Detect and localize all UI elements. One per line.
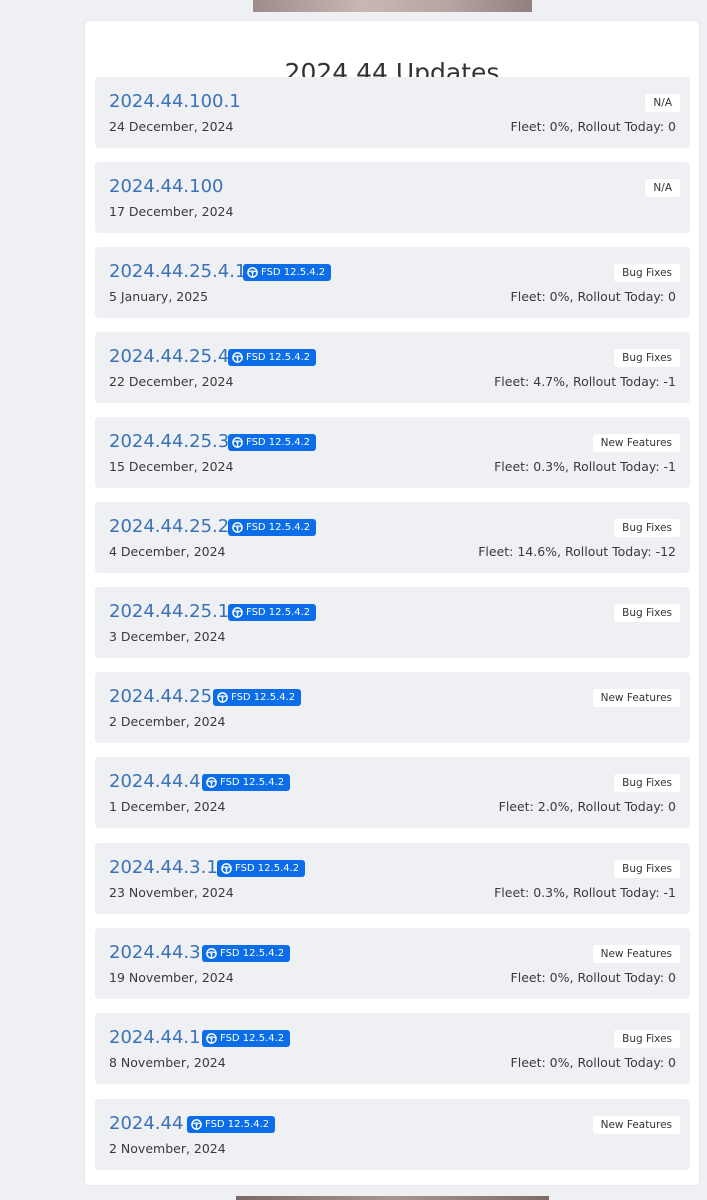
- fsd-badge[interactable]: FSD 12.5.4.2: [202, 774, 291, 791]
- steering-wheel-icon: [232, 607, 243, 618]
- fsd-badge-label: FSD 12.5.4.2: [205, 1119, 270, 1130]
- update-card[interactable]: 2024.44.1 FSD 12.5.4.2 8 November, 2024 Bug…: [95, 1013, 690, 1084]
- fsd-badge-label: FSD 12.5.4.2: [246, 437, 311, 448]
- fsd-badge-label: FSD 12.5.4.2: [246, 607, 311, 618]
- release-date: 1 December, 2024: [109, 799, 226, 814]
- steering-wheel-icon: [221, 863, 232, 874]
- release-date: 15 December, 2024: [109, 459, 234, 474]
- steering-wheel-icon: [206, 1033, 217, 1044]
- update-card[interactable]: 2024.44.25.4 FSD 12.5.4.2 22 December, 202…: [95, 332, 690, 403]
- release-date: 17 December, 2024: [109, 204, 234, 219]
- steering-wheel-icon: [232, 437, 243, 448]
- update-type-badge: Bug Fixes: [614, 349, 680, 367]
- version-link[interactable]: 2024.44.25.4.1: [109, 261, 246, 283]
- fsd-badge-label: FSD 12.5.4.2: [261, 267, 326, 278]
- fleet-stats: Fleet: 0.3%, Rollout Today: -1: [494, 885, 676, 900]
- update-type-badge: Bug Fixes: [614, 264, 680, 282]
- update-card[interactable]: 2024.44.3 FSD 12.5.4.2 19 November, 2024 Ne…: [95, 928, 690, 999]
- release-date: 23 November, 2024: [109, 885, 234, 900]
- release-date: 19 November, 2024: [109, 970, 234, 985]
- version-link[interactable]: 2024.44.25: [109, 686, 212, 708]
- version-link[interactable]: 2024.44.25.3: [109, 431, 229, 453]
- update-card[interactable]: 2024.44.25.3 FSD 12.5.4.2 15 December, 202…: [95, 417, 690, 488]
- release-date: 4 December, 2024: [109, 544, 226, 559]
- update-type-badge: Bug Fixes: [614, 860, 680, 878]
- fleet-stats: Fleet: 0.3%, Rollout Today: -1: [494, 459, 676, 474]
- update-card[interactable]: 2024.44 FSD 12.5.4.2 2 November, 2024 New F…: [95, 1099, 690, 1170]
- fsd-badge-label: FSD 12.5.4.2: [231, 692, 296, 703]
- version-link[interactable]: 2024.44.1: [109, 1027, 201, 1049]
- fsd-badge-label: FSD 12.5.4.2: [220, 1033, 285, 1044]
- fsd-badge[interactable]: FSD 12.5.4.2: [187, 1116, 276, 1133]
- update-card[interactable]: 2024.44.3.1 FSD 12.5.4.2 23 November, 2024…: [95, 843, 690, 914]
- version-link[interactable]: 2024.44: [109, 1113, 183, 1135]
- version-link[interactable]: 2024.44.25.2: [109, 516, 229, 538]
- fleet-stats: Fleet: 4.7%, Rollout Today: -1: [494, 374, 676, 389]
- version-link[interactable]: 2024.44.3: [109, 942, 201, 964]
- version-link[interactable]: 2024.44.4: [109, 771, 201, 793]
- fsd-badge[interactable]: FSD 12.5.4.2: [228, 604, 317, 621]
- update-type-badge: Bug Fixes: [614, 604, 680, 622]
- top-image-strip: [253, 0, 532, 12]
- fsd-badge[interactable]: FSD 12.5.4.2: [202, 1030, 291, 1047]
- fsd-badge[interactable]: FSD 12.5.4.2: [243, 264, 332, 281]
- fsd-badge-label: FSD 12.5.4.2: [246, 522, 311, 533]
- release-date: 2 November, 2024: [109, 1141, 226, 1156]
- version-link[interactable]: 2024.44.100.1: [109, 91, 241, 113]
- update-type-badge: New Features: [592, 434, 680, 452]
- update-card[interactable]: 2024.44.25.2 FSD 12.5.4.2 4 December, 2024…: [95, 502, 690, 573]
- update-card[interactable]: 2024.44.25.4.1 FSD 12.5.4.2 5 January, 202…: [95, 247, 690, 318]
- fleet-stats: Fleet: 0%, Rollout Today: 0: [510, 1055, 676, 1070]
- steering-wheel-icon: [232, 352, 243, 363]
- version-link[interactable]: 2024.44.3.1: [109, 857, 218, 879]
- update-card[interactable]: 2024.44.25 FSD 12.5.4.2 2 December, 2024 Ne…: [95, 672, 690, 743]
- version-link[interactable]: 2024.44.100: [109, 176, 224, 198]
- steering-wheel-icon: [217, 692, 228, 703]
- update-type-badge: Bug Fixes: [614, 1030, 680, 1048]
- steering-wheel-icon: [191, 1119, 202, 1130]
- release-date: 2 December, 2024: [109, 714, 226, 729]
- steering-wheel-icon: [232, 522, 243, 533]
- fleet-stats: Fleet: 0%, Rollout Today: 0: [510, 119, 676, 134]
- version-link[interactable]: 2024.44.25.1: [109, 601, 229, 623]
- fsd-badge[interactable]: FSD 12.5.4.2: [228, 519, 317, 536]
- fleet-stats: Fleet: 0%, Rollout Today: 0: [510, 970, 676, 985]
- release-date: 3 December, 2024: [109, 629, 226, 644]
- steering-wheel-icon: [247, 267, 258, 278]
- fsd-badge[interactable]: FSD 12.5.4.2: [228, 434, 317, 451]
- update-type-badge: Bug Fixes: [614, 774, 680, 792]
- update-type-badge: New Features: [592, 689, 680, 707]
- fleet-stats: Fleet: 0%, Rollout Today: 0: [510, 289, 676, 304]
- fsd-badge[interactable]: FSD 12.5.4.2: [217, 860, 306, 877]
- fsd-badge-label: FSD 12.5.4.2: [220, 777, 285, 788]
- fsd-badge-label: FSD 12.5.4.2: [235, 863, 300, 874]
- release-date: 22 December, 2024: [109, 374, 234, 389]
- fsd-badge-label: FSD 12.5.4.2: [220, 948, 285, 959]
- fleet-stats: Fleet: 2.0%, Rollout Today: 0: [498, 799, 676, 814]
- update-card[interactable]: 2024.44.25.1 FSD 12.5.4.2 3 December, 2024…: [95, 587, 690, 658]
- fsd-badge[interactable]: FSD 12.5.4.2: [228, 349, 317, 366]
- update-type-badge: N/A: [645, 94, 680, 112]
- update-card[interactable]: 2024.44.100 17 December, 2024 N/A: [95, 162, 690, 233]
- steering-wheel-icon: [206, 948, 217, 959]
- bottom-image-strip: [236, 1196, 549, 1200]
- version-link[interactable]: 2024.44.25.4: [109, 346, 229, 368]
- fsd-badge-label: FSD 12.5.4.2: [246, 352, 311, 363]
- fleet-stats: Fleet: 14.6%, Rollout Today: -12: [478, 544, 676, 559]
- fsd-badge[interactable]: FSD 12.5.4.2: [213, 689, 302, 706]
- release-date: 8 November, 2024: [109, 1055, 226, 1070]
- steering-wheel-icon: [206, 777, 217, 788]
- update-card[interactable]: 2024.44.100.1 24 December, 2024 N/A Fleet: …: [95, 77, 690, 148]
- release-date: 24 December, 2024: [109, 119, 234, 134]
- update-type-badge: Bug Fixes: [614, 519, 680, 537]
- release-date: 5 January, 2025: [109, 289, 209, 304]
- update-type-badge: New Features: [592, 945, 680, 963]
- update-type-badge: New Features: [592, 1116, 680, 1134]
- update-type-badge: N/A: [645, 179, 680, 197]
- fsd-badge[interactable]: FSD 12.5.4.2: [202, 945, 291, 962]
- update-card[interactable]: 2024.44.4 FSD 12.5.4.2 1 December, 2024 Bug…: [95, 757, 690, 828]
